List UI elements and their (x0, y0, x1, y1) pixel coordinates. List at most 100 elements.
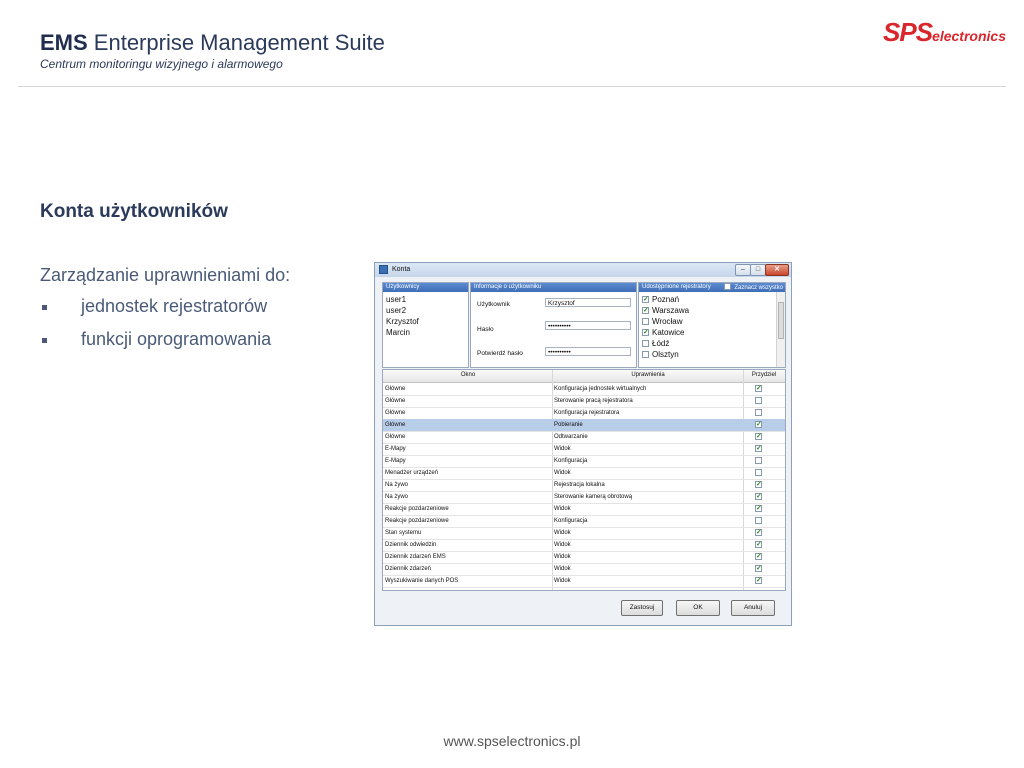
page-subtitle: Centrum monitoringu wizyjnego i alarmowe… (40, 57, 283, 71)
select-all-label: Zaznacz wszystko (734, 285, 783, 291)
window-cell: E-Mapy (385, 446, 406, 452)
confirm-password-label: Potwierdź hasło (477, 350, 523, 357)
window-cell: Dziennik odwiedzin (385, 542, 437, 548)
window-cell: Główne (385, 422, 406, 428)
section-intro: Zarządzanie uprawnieniami do: (40, 265, 291, 285)
password-label: Hasło (477, 326, 494, 333)
page-title: EMS Enterprise Management Suite (40, 30, 385, 56)
permission-cell: Widok (554, 506, 571, 512)
user-item[interactable]: Marcin (383, 327, 468, 338)
checkbox-checked-icon[interactable] (642, 294, 649, 305)
close-button[interactable]: ✕ (765, 264, 789, 276)
checkbox-checked-icon[interactable] (642, 305, 649, 316)
checkbox-checked-icon[interactable] (755, 443, 762, 455)
checkbox-checked-icon[interactable] (755, 551, 762, 563)
bullet-text: jednostek rejestratorów (81, 296, 268, 316)
permission-cell: Widok (554, 530, 571, 536)
window-cell: Na żywo (385, 494, 409, 500)
checkbox-checked-icon[interactable] (755, 503, 762, 515)
checkbox-checked-icon[interactable] (642, 327, 649, 338)
password-input[interactable]: •••••••••• (545, 321, 631, 330)
register-item[interactable]: Katowice (642, 327, 684, 338)
registers-header-label: Udostępnione rejestratory (642, 284, 711, 290)
register-item[interactable]: Warszawa (642, 305, 689, 316)
checkbox-icon[interactable] (755, 409, 762, 416)
user-info-panel: Informacje o użytkowniku Użytkownik Krzy… (470, 282, 637, 368)
checkbox-checked-icon[interactable] (755, 419, 762, 431)
column-header-permission[interactable]: Uprawnienia (553, 372, 743, 378)
permission-cell: Widok (554, 578, 571, 584)
checkbox-icon[interactable] (755, 517, 762, 524)
checkbox-checked-icon[interactable] (755, 563, 762, 575)
registers-scrollbar[interactable] (776, 292, 785, 367)
register-name: Olsztyn (652, 350, 679, 359)
registers-panel: Udostępnione rejestratory Zaznacz wszystk… (638, 282, 786, 368)
checkbox-icon[interactable] (755, 397, 762, 404)
register-item[interactable]: Olsztyn (642, 349, 679, 360)
permission-cell: Odtwarzanie (554, 434, 588, 440)
permission-cell: Konfiguracja rejestratora (554, 410, 620, 416)
permission-cell: Konfiguracja (554, 518, 588, 524)
permission-cell: Pobieranie (554, 422, 583, 428)
window-cell: Reakcje pozdarzeniowe (385, 518, 449, 524)
checkbox-icon[interactable] (642, 340, 649, 347)
ok-button[interactable]: OK (676, 600, 720, 616)
user-input[interactable]: Krzysztof (545, 298, 631, 307)
checkbox-checked-icon[interactable] (755, 527, 762, 539)
window-cell: Wyszukiwanie danych POS (385, 578, 459, 584)
column-header-grant[interactable]: Przydziel (743, 372, 785, 378)
checkbox-icon[interactable] (755, 457, 762, 464)
user-item[interactable]: user2 (383, 305, 468, 316)
table-row[interactable]: Wyszukiwanie danych POS Widok (383, 575, 785, 588)
window-cell: Główne (385, 410, 406, 416)
column-header-window[interactable]: Okno (383, 372, 553, 378)
title-rest: Enterprise Management Suite (87, 30, 385, 55)
bullet-square-icon (42, 337, 47, 343)
dialog-titlebar: Konta – □ ✕ (375, 263, 791, 277)
footer-url[interactable]: www.spselectronics.pl (0, 733, 1024, 749)
scrollbar-thumb[interactable] (778, 302, 784, 339)
checkbox-icon[interactable] (755, 469, 762, 476)
registers-header: Udostępnione rejestratory Zaznacz wszystk… (639, 283, 785, 292)
confirm-password-input[interactable]: •••••••••• (545, 347, 631, 356)
checkbox-checked-icon[interactable] (755, 383, 762, 395)
checkbox-icon (724, 283, 732, 290)
checkbox-icon[interactable] (642, 351, 649, 358)
minimize-button[interactable]: – (735, 264, 751, 276)
logo-electronics: electronics (932, 28, 1006, 44)
register-item[interactable]: Łódź (642, 338, 669, 349)
checkbox-checked-icon[interactable] (755, 491, 762, 503)
window-cell: Główne (385, 398, 406, 404)
checkbox-checked-icon[interactable] (755, 479, 762, 491)
users-header: Użytkownicy (383, 283, 468, 292)
select-all-checkbox[interactable]: Zaznacz wszystko (724, 283, 783, 293)
table-header: Okno Uprawnienia Przydziel (383, 370, 785, 383)
bullet-item: jednostek rejestratorów (40, 296, 267, 317)
register-item[interactable]: Poznań (642, 294, 679, 305)
user-item[interactable]: Krzysztof (383, 316, 468, 327)
apply-button[interactable]: Zastosuj (621, 600, 663, 616)
dialog-title: Konta (392, 266, 411, 273)
checkbox-checked-icon[interactable] (755, 539, 762, 551)
cancel-button[interactable]: Anuluj (731, 600, 775, 616)
checkbox-checked-icon[interactable] (755, 431, 762, 443)
checkbox-icon[interactable] (642, 318, 649, 325)
register-name: Warszawa (652, 306, 690, 315)
permission-cell: Sterowanie pracą rejestratora (554, 398, 633, 404)
title-bold: EMS (40, 30, 88, 55)
users-list: user1 user2 Krzysztof Marcin (383, 294, 468, 338)
checkbox-checked-icon[interactable] (755, 575, 762, 587)
register-item[interactable]: Wrocław (642, 316, 683, 327)
user-item[interactable]: user1 (383, 294, 468, 305)
user-label: Użytkownik (477, 301, 510, 308)
register-name: Katowice (652, 328, 685, 337)
bullet-square-icon (42, 304, 47, 310)
permission-cell: Widok (554, 542, 571, 548)
window-cell: Na żywo (385, 482, 409, 488)
permission-cell: Widok (554, 554, 571, 560)
window-cell: Dziennik zdarzeń EMS (385, 554, 446, 560)
permission-cell: Konfiguracja jednostek wirtualnych (554, 386, 647, 392)
maximize-button[interactable]: □ (750, 264, 766, 276)
accounts-dialog: Konta – □ ✕ Użytkownicy user1 user2 Krzy… (374, 262, 792, 626)
bullet-item: funkcji oprogramowania (40, 329, 271, 350)
